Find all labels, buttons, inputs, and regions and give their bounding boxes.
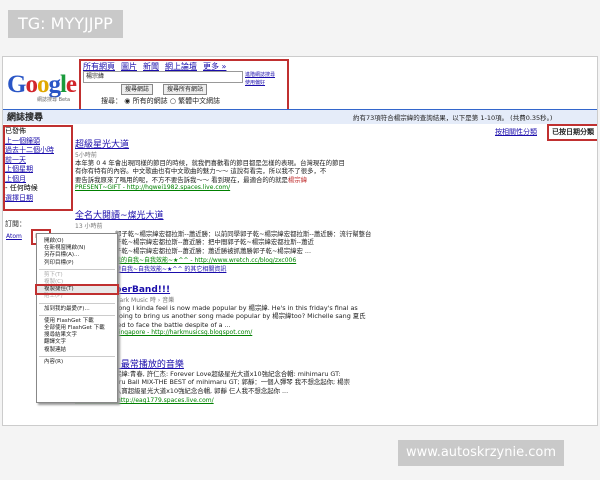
result-2: 全名大閱讀~燦光大道 13 小時前 郭子乾~楊宗緯宏都拉斯--蕭近勝：以前同學郭…: [75, 208, 591, 273]
filter-last-day[interactable]: 前一天: [5, 156, 71, 166]
result-url[interactable]: PRESENT~GIFT - http://hgwei1982.spaces.l…: [75, 184, 591, 191]
result-snippet-line: 子乾~楊宗緯宏都拉斯--蕭近勝：蕭近勝被抓蕭勝郭子乾~楊宗緯宏 ...: [115, 246, 311, 255]
filter-last-month[interactable]: 上個月: [5, 175, 71, 185]
tab-news[interactable]: 新聞: [143, 62, 159, 71]
result-snippet-line: 入寶超級星光大道x10強紀念合輯, 郭靜 仨人我不想念起你 ...: [115, 386, 289, 395]
page-title: 網誌搜尋: [7, 113, 44, 123]
logo-subtitle: 網誌搜尋 Beta: [37, 97, 71, 103]
tab-groups[interactable]: 網上論壇: [165, 62, 197, 71]
atom-feed-link[interactable]: Atom: [6, 233, 22, 240]
tab-all-web[interactable]: 所有網頁: [83, 62, 115, 71]
menu-properties[interactable]: 內容(R): [37, 359, 117, 366]
radio-chinese-blogs[interactable]: ○ 繁體中文網誌: [170, 97, 220, 105]
menu-separator: [39, 314, 115, 316]
tab-images[interactable]: 圖片: [121, 62, 137, 71]
result-snippet-line: 子乾~楊宗緯宏都拉斯--蕭近勝：把中間郭子乾~楊宗緯宏都拉斯--蕭近: [115, 238, 314, 247]
menu-separator: [39, 302, 115, 304]
overlay-tag: TG: MYYJJPP: [8, 10, 123, 38]
menu-add-favorites[interactable]: 加到我的最愛(F)...: [37, 306, 117, 313]
result-count: 約有73項符合楊宗緯的查詢結果，以下是第 1-10項。 (共費0.35秒。): [353, 114, 553, 122]
radio-all-blogs[interactable]: ◉ 所有的網誌: [124, 97, 167, 105]
result-3: perBand!!! Hark Music 時 › 音樂 song I kind…: [75, 285, 591, 336]
result-date: 13 小時前: [75, 223, 103, 230]
filter-any-time[interactable]: - 任何時候: [5, 184, 71, 194]
watermark: www.autoskrzynie.com: [398, 440, 565, 466]
result-url[interactable]: ~ 心情空間~ - http://eag1779.spaces.live.com…: [75, 395, 591, 404]
result-snippet-line: red to face the battle despite of a ...: [115, 320, 231, 329]
filter-last-hour[interactable]: 上一個鐘頭: [5, 137, 71, 147]
search-scope: 搜尋： ◉ 所有的網誌 ○ 繁體中文網誌: [101, 97, 221, 105]
result-4: : 最常播放的音樂 宗緯:青春, 許仁杰: Forever Love超級星光大道…: [75, 357, 591, 404]
date-filter-sidebar: 已發佈 上一個鐘頭 過去十二個小時 前一天 上個星期 上個月 - 任何時候 選擇…: [3, 125, 73, 211]
result-title[interactable]: 超級星光大道: [75, 137, 591, 150]
preferences-link[interactable]: 使用偏好: [245, 79, 275, 87]
menu-separator: [39, 355, 115, 357]
advanced-links: 進階網誌搜尋 使用偏好: [245, 71, 275, 87]
search-blogs-button[interactable]: 搜尋網誌: [121, 84, 154, 95]
result-snippet-line: going to bring us another song made popu…: [115, 312, 366, 321]
tab-more[interactable]: 更多 »: [203, 62, 226, 71]
choose-date-link[interactable]: 選擇日期: [5, 194, 71, 204]
result-snippet-line: aru Ball MIX-THE BEST of mihimaru GT; 郭靜…: [115, 378, 351, 387]
filter-last-12-hours[interactable]: 過去十二個小時: [5, 146, 71, 156]
result-url[interactable]: Singapore - http://harkmusicsg.blogspot.…: [75, 329, 591, 336]
screenshot-frame: Google 網誌搜尋 Beta 所有網頁 圖片 新聞 網上論壇 更多 » 楊宗緯 搜尋…: [2, 56, 598, 426]
sort-by-relevance-link[interactable]: 按相關性分類: [495, 127, 537, 137]
menu-print-target[interactable]: 列印目標(P): [37, 260, 117, 267]
result-url[interactable]: 我的自我~自我效能~★^^ - http://www.wretch.cc/blo…: [75, 255, 591, 264]
advanced-blog-search-link[interactable]: 進階網誌搜尋: [245, 71, 275, 79]
published-heading: 已發佈: [5, 127, 26, 135]
result-1: 超級星光大道 5小時前 本年第 0 4 年會出現同樣的節目的時候，就我們喜歡看的…: [75, 137, 591, 191]
subscribe-label: 訂閱：: [5, 220, 26, 228]
menu-copy-link[interactable]: 複製連結: [37, 347, 117, 354]
result-snippet-line: 要告訴我原來了嗎用的呢，不方不要告訴我～～ 看到現在，最適合的的就是楊宗緯: [75, 175, 308, 184]
menu-flashget-download[interactable]: 使用 FlashGet 下載: [37, 318, 117, 325]
result-title[interactable]: perBand!!!: [75, 285, 591, 295]
result-date: 5小時前: [75, 152, 97, 159]
menu-save-target[interactable]: 另存目標(A)...: [37, 252, 117, 259]
context-menu: 開啟(O) 在新視窗開啟(N) 另存目標(A)... 列印目標(P) 剪下(T)…: [35, 233, 119, 403]
result-title[interactable]: 全名大閱讀~燦光大道: [75, 208, 591, 221]
result-snippet-line: 有你有特有的內容。中文歌曲也有中文歌曲的魅力～～ 這說有看完，所以我不了很多，不: [75, 167, 327, 176]
filter-last-week[interactable]: 上個星期: [5, 165, 71, 175]
result-source: Hark Music 時 › 音樂: [115, 297, 175, 304]
search-all-sites-button[interactable]: 搜尋所有網站: [163, 84, 208, 95]
menu-paste[interactable]: 貼上(P): [37, 293, 117, 300]
related-info-link[interactable]: 變自我~自我效能~★^^ 的其它相關資訊: [75, 264, 591, 273]
google-logo[interactable]: Google: [7, 71, 77, 99]
menu-cut[interactable]: 剪下(T): [37, 272, 117, 279]
menu-separator: [39, 268, 115, 270]
menu-translate-text[interactable]: 翻譯文字: [37, 339, 117, 346]
search-input[interactable]: 楊宗緯: [83, 71, 243, 83]
result-title[interactable]: : 最常播放的音樂: [75, 357, 591, 370]
